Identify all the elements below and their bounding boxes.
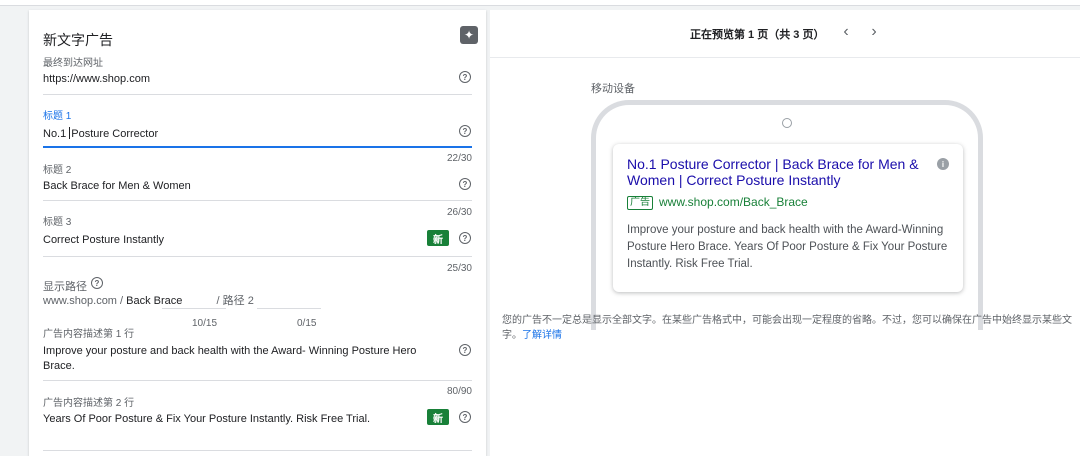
path2-input[interactable]: / 路径 2 <box>217 295 254 307</box>
description1-count: 80/90 <box>446 386 472 397</box>
final-url-input[interactable]: https://www.shop.com <box>43 73 150 85</box>
ad-badge: 广告 <box>627 196 653 210</box>
display-path-row: www.shop.com / Back Brace / 路径 2 <box>43 292 254 308</box>
learn-more-link[interactable]: 了解详情 <box>522 330 562 341</box>
divider <box>43 450 472 451</box>
headline2-count: 26/30 <box>446 207 472 218</box>
headline3-label: 标题 3 <box>43 217 72 228</box>
ad-preview-card: No.1 Posture Corrector | Back Brace for … <box>613 144 963 292</box>
ad-description: Improve your posture and back health wit… <box>627 224 948 270</box>
headline2-input[interactable]: Back Brace for Men & Women <box>43 180 191 192</box>
headline3-input[interactable]: Correct Posture Instantly <box>43 234 164 246</box>
ad-headline[interactable]: No.1 Posture Corrector | Back Brace for … <box>627 156 927 188</box>
ad-url-row: 广告 www.shop.com/Back_Brace <box>627 195 808 210</box>
device-label: 移动设备 <box>591 83 635 95</box>
headline3-count: 25/30 <box>446 263 472 274</box>
preview-header: 正在预览第 1 页（共 3 页） ‹ › <box>490 10 1080 58</box>
divider <box>43 200 472 201</box>
phone-frame: No.1 Posture Corrector | Back Brace for … <box>591 100 983 330</box>
help-icon[interactable]: ? <box>459 232 471 244</box>
ad-editor-panel: 新文字广告 ✦ 最终到达网址 https://www.shop.com ? 标题… <box>29 10 486 456</box>
preview-note: 您的广告不一定总是显示全部文字。在某些广告格式中，可能会出现一定程度的省略。不过… <box>502 313 1072 343</box>
help-icon[interactable]: ? <box>459 125 471 137</box>
new-badge: 新 <box>427 409 449 425</box>
magic-icon[interactable]: ✦ <box>460 26 478 44</box>
new-badge: 新 <box>427 230 449 246</box>
help-icon[interactable]: ? <box>91 277 103 289</box>
help-icon[interactable]: ? <box>459 344 471 356</box>
headline1-label: 标题 1 <box>43 111 72 122</box>
headline1-input[interactable]: No.1 Posture Corrector <box>43 127 158 140</box>
path2-underline <box>257 308 321 309</box>
description2-input[interactable]: Years Of Poor Posture & Fix Your Posture… <box>43 413 370 425</box>
headline2-label: 标题 2 <box>43 165 72 176</box>
ad-preview-panel: 正在预览第 1 页（共 3 页） ‹ › 移动设备 No.1 Posture C… <box>490 10 1080 456</box>
description1-label: 广告内容描述第 1 行 <box>43 329 135 340</box>
help-icon[interactable]: ? <box>459 178 471 190</box>
help-icon[interactable]: ? <box>459 411 471 423</box>
help-icon[interactable]: ? <box>459 71 471 83</box>
path1-input[interactable]: Back Brace <box>126 295 182 307</box>
path1-underline <box>162 308 226 309</box>
divider <box>43 256 472 257</box>
path1-count: 10/15 <box>192 318 218 329</box>
display-path-domain: www.shop.com / <box>43 295 124 307</box>
headline1-count: 22/30 <box>446 153 472 164</box>
final-url-label: 最终到达网址 <box>43 58 103 69</box>
headline1-text-a: No.1 <box>43 128 70 140</box>
divider-active <box>43 146 472 148</box>
path2-count: 0/15 <box>297 318 317 329</box>
ad-display-url: www.shop.com/Back_Brace <box>659 195 808 209</box>
description2-label: 广告内容描述第 2 行 <box>43 398 135 409</box>
panel-title: 新文字广告 <box>43 32 113 48</box>
divider <box>43 94 472 95</box>
top-bar <box>0 0 1080 6</box>
divider <box>43 380 472 381</box>
chevron-right-icon[interactable]: › <box>864 22 884 42</box>
headline1-text-b: Posture Corrector <box>71 128 159 140</box>
left-gutter <box>0 6 29 456</box>
info-icon[interactable]: i <box>937 158 949 170</box>
preview-note-text: 您的广告不一定总是显示全部文字。在某些广告格式中，可能会出现一定程度的省略。不过… <box>502 315 1072 341</box>
preview-page-indicator: 正在预览第 1 页（共 3 页） <box>690 29 825 41</box>
chevron-left-icon[interactable]: ‹ <box>836 22 856 42</box>
description1-input[interactable]: Improve your posture and back health wit… <box>43 344 443 374</box>
camera-icon <box>782 118 792 128</box>
